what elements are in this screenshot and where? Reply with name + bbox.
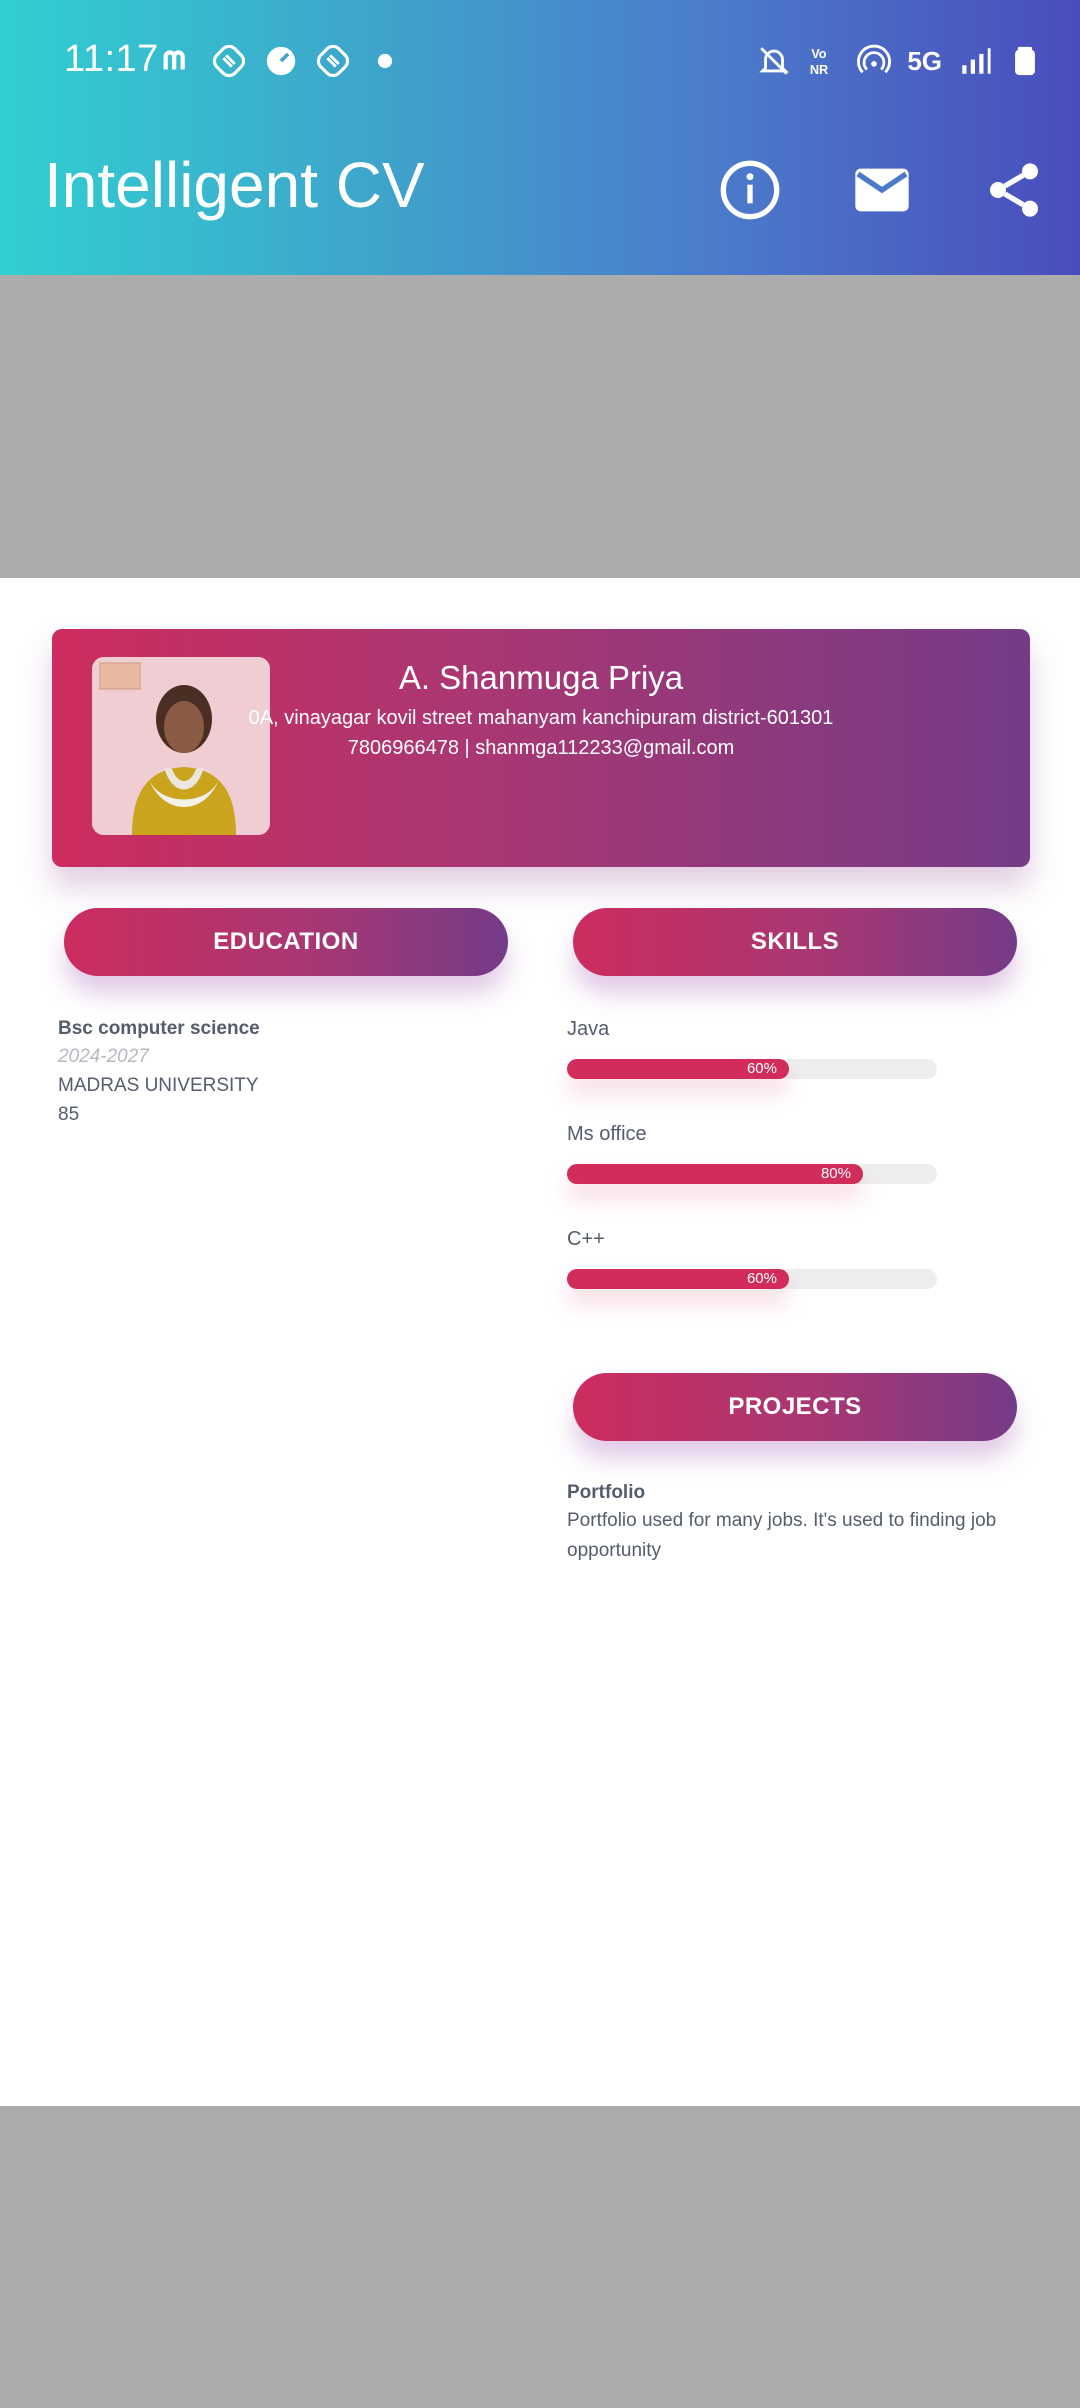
share-icon bbox=[990, 163, 1038, 217]
info-button[interactable] bbox=[710, 150, 790, 230]
education-heading: EDUCATION bbox=[64, 908, 508, 976]
battery-icon bbox=[1008, 44, 1042, 78]
education-university: MADRAS UNIVERSITY bbox=[58, 1075, 259, 1096]
signal-icon bbox=[958, 44, 992, 78]
profile-name: A. Shanmuga Priya bbox=[398, 659, 684, 696]
status-left-icons bbox=[160, 44, 402, 78]
mail-button[interactable] bbox=[842, 150, 922, 230]
profile-header-card: A. Shanmuga Priya 0A, vinayagar kovil st… bbox=[52, 629, 1030, 867]
skill-bar-fill: 60% bbox=[567, 1059, 789, 1079]
app-title: Intelligent CV bbox=[44, 149, 425, 221]
top-placeholder bbox=[0, 275, 1080, 578]
skills-heading: SKILLS bbox=[573, 908, 1017, 976]
skill-bar-track: 60% bbox=[567, 1059, 937, 1079]
education-score: 85 bbox=[58, 1104, 80, 1125]
vonr-icon: Vo NR bbox=[807, 44, 841, 78]
education-years: 2024-2027 bbox=[58, 1046, 149, 1067]
projects-heading: PROJECTS bbox=[573, 1373, 1017, 1441]
skill-bar-fill: 80% bbox=[567, 1164, 863, 1184]
mail-icon bbox=[855, 168, 909, 212]
skill-name: Java bbox=[567, 1018, 610, 1040]
education-degree: Bsc computer science bbox=[58, 1018, 260, 1039]
skill-bar-fill: 60% bbox=[567, 1269, 789, 1289]
status-time: 11:17 bbox=[64, 38, 159, 80]
skill-bar-track: 80% bbox=[567, 1164, 937, 1184]
bell-off-icon bbox=[757, 44, 791, 78]
gauge-icon bbox=[264, 44, 298, 78]
shield-icon-2 bbox=[316, 44, 350, 78]
dot-icon bbox=[368, 44, 402, 78]
profile-contact: 7806966478 | shanmga112233@gmail.com bbox=[347, 737, 735, 759]
project-description: Portfolio used for many jobs. It's used … bbox=[567, 1510, 997, 1561]
share-button[interactable] bbox=[974, 150, 1054, 230]
5g-icon: 5G bbox=[907, 45, 942, 76]
cv-content: A. Shanmuga Priya 0A, vinayagar kovil st… bbox=[0, 578, 1080, 2106]
svg-text:NR: NR bbox=[810, 62, 828, 77]
shield-icon bbox=[212, 44, 246, 78]
project-title: Portfolio bbox=[567, 1482, 646, 1503]
app-bar: 11:17 Vo NR 5G Intelligent CV bbox=[0, 0, 1080, 275]
skill-name: C++ bbox=[567, 1228, 605, 1250]
profile-address: 0A, vinayagar kovil street mahanyam kanc… bbox=[248, 707, 834, 729]
hotspot-icon bbox=[857, 44, 892, 78]
m-icon bbox=[160, 44, 194, 78]
bottom-placeholder bbox=[0, 2106, 1080, 2408]
svg-text:Vo: Vo bbox=[812, 46, 828, 61]
skill-bar-track: 60% bbox=[567, 1269, 937, 1289]
skill-name: Ms office bbox=[567, 1123, 647, 1145]
status-right-icons: Vo NR 5G bbox=[757, 44, 1042, 78]
info-icon bbox=[720, 160, 780, 220]
